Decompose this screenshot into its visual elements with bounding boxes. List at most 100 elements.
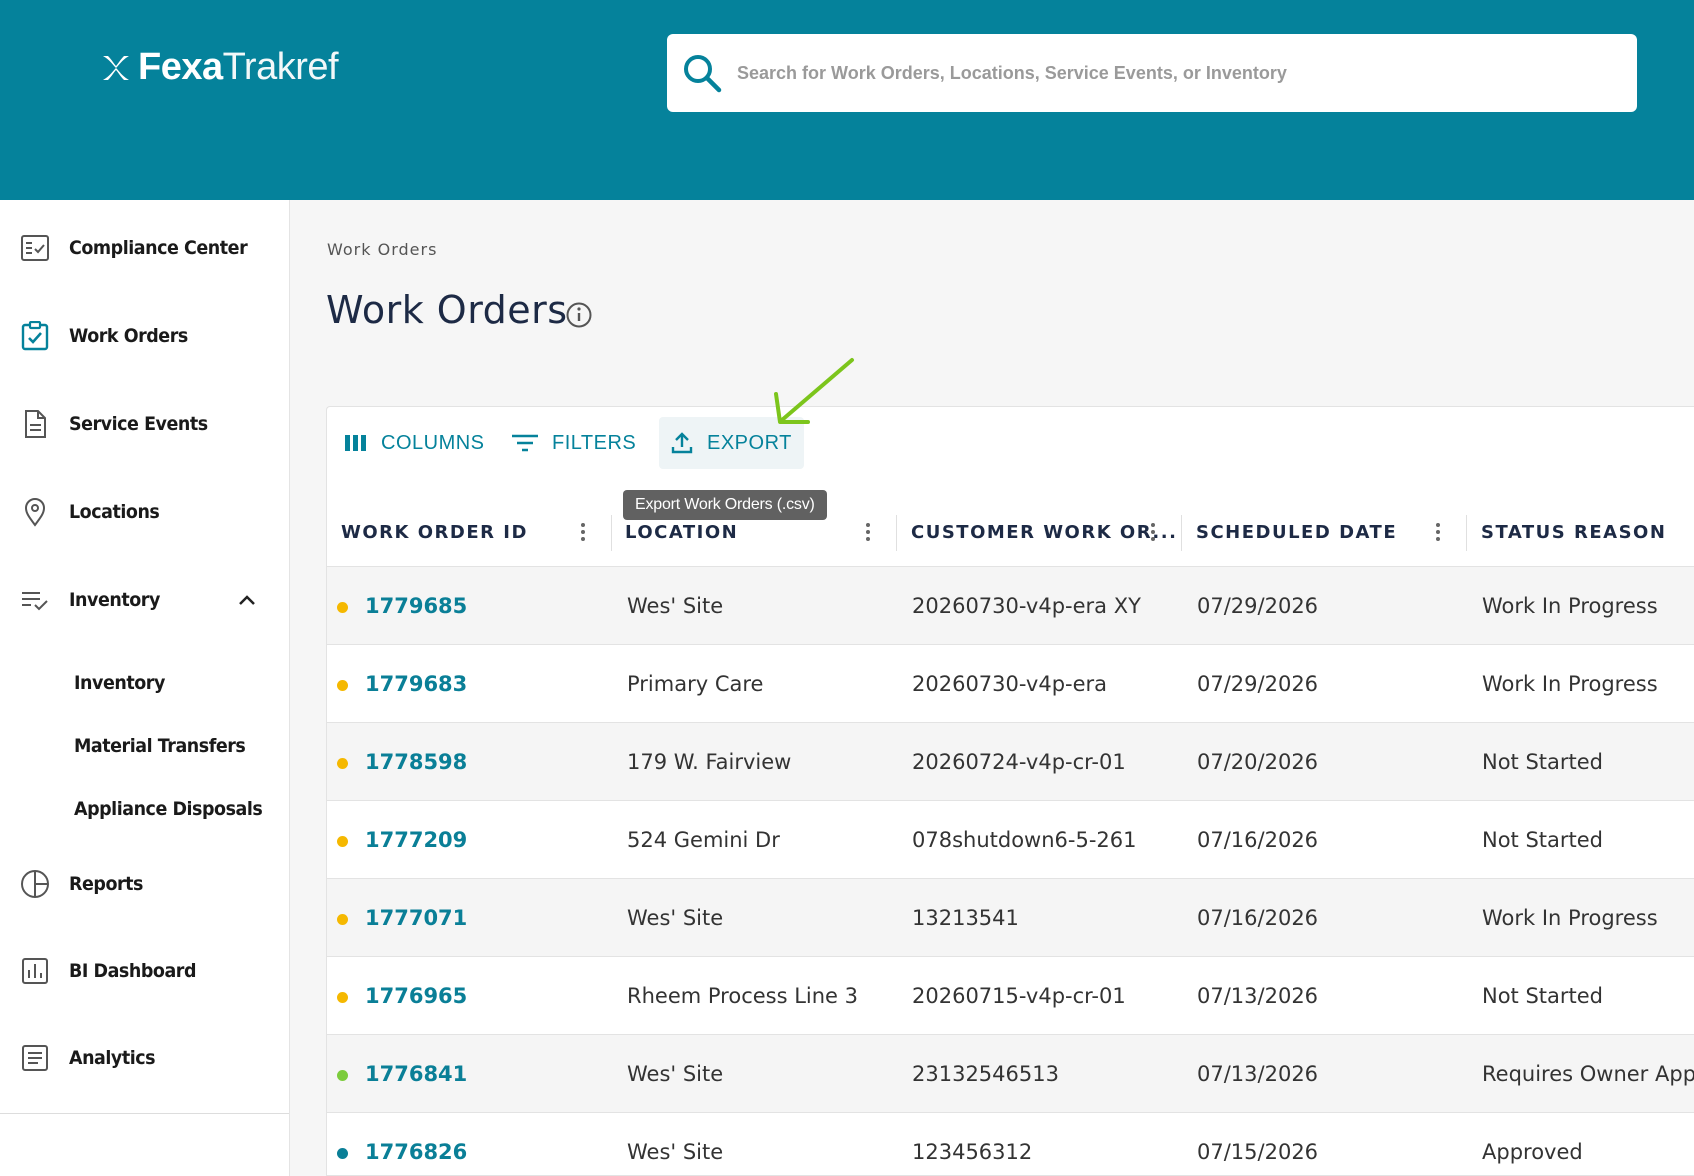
work-order-id-link[interactable]: 1776841 xyxy=(365,1035,467,1113)
column-menu-icon[interactable] xyxy=(1141,520,1165,544)
work-order-id-link[interactable]: 1778598 xyxy=(365,723,467,801)
sidebar-divider xyxy=(0,1113,289,1114)
column-header-status-reason[interactable]: STATUS REASON xyxy=(1481,497,1666,567)
work-order-id-link[interactable]: 1777071 xyxy=(365,879,467,957)
scheduled-date-cell: 07/29/2026 xyxy=(1197,672,1319,696)
global-search[interactable] xyxy=(667,34,1637,112)
sidebar-item-analytics[interactable]: Analytics xyxy=(0,1028,289,1088)
column-menu-icon[interactable] xyxy=(856,520,880,544)
scheduled-date-cell: 07/29/2026 xyxy=(1197,594,1319,618)
pie-chart-icon xyxy=(21,870,49,898)
status-dot-icon xyxy=(337,1148,348,1159)
location-cell: Primary Care xyxy=(627,672,764,696)
table-row[interactable]: 1777209 524 Gemini Dr 078shutdown6-5-261 07… xyxy=(327,801,1694,879)
work-order-id-link[interactable]: 1777209 xyxy=(365,801,467,879)
table-row[interactable]: 1778598 179 W. Fairview 20260724-v4p-cr-01… xyxy=(327,723,1694,801)
status-dot-icon xyxy=(337,992,348,1003)
table-row[interactable]: 1776965 Rheem Process Line 3 20260715-v4p-… xyxy=(327,957,1694,1035)
column-separator[interactable] xyxy=(1466,515,1467,551)
table-row[interactable]: 1779685 Wes' Site 20260730-v4p-era XY 07/29… xyxy=(327,567,1694,645)
column-separator[interactable] xyxy=(1181,515,1182,551)
status-reason-cell: Work In Progress xyxy=(1482,906,1658,930)
customer-work-order-cell: 20260730-v4p-era XY xyxy=(912,594,1141,618)
location-cell: 179 W. Fairview xyxy=(627,750,792,774)
status-reason-cell: Approved xyxy=(1482,1140,1583,1164)
top-header: Fexa Trakref xyxy=(0,0,1694,200)
annotation-arrow-icon xyxy=(774,358,854,424)
column-menu-icon[interactable] xyxy=(571,520,595,544)
sidebar-subitem-inventory[interactable]: Inventory xyxy=(74,672,165,694)
status-reason-cell: Work In Progress xyxy=(1482,594,1658,618)
customer-work-order-cell: 23132546513 xyxy=(912,1062,1059,1086)
customer-work-order-cell: 123456312 xyxy=(912,1140,1033,1164)
columns-icon xyxy=(345,435,366,451)
sidebar-item-compliance-center[interactable]: Compliance Center xyxy=(0,218,289,278)
sidebar-item-locations[interactable]: Locations xyxy=(0,482,289,542)
search-input[interactable] xyxy=(737,62,1597,84)
logo-text-bold: Fexa xyxy=(138,46,223,88)
sidebar-item-label: Compliance Center xyxy=(69,237,248,259)
sidebar-item-inventory[interactable]: Inventory xyxy=(0,570,289,630)
sidebar-subitem-material-transfers[interactable]: Material Transfers xyxy=(74,735,246,757)
scheduled-date-cell: 07/16/2026 xyxy=(1197,906,1319,930)
page-title: Work Orders xyxy=(326,288,568,332)
location-cell: Wes' Site xyxy=(627,1062,724,1086)
column-header-scheduled-date[interactable]: SCHEDULED DATE xyxy=(1196,497,1397,567)
sidebar-item-label: BI Dashboard xyxy=(69,960,197,982)
work-orders-grid: COLUMNS FILTERS EXPORT WORK ORDER ID LOC… xyxy=(326,406,1694,1176)
scheduled-date-cell: 07/13/2026 xyxy=(1197,1062,1319,1086)
column-separator[interactable] xyxy=(611,515,612,551)
status-reason-cell: Work In Progress xyxy=(1482,672,1658,696)
export-tooltip: Export Work Orders (.csv) xyxy=(623,490,827,520)
table-row[interactable]: 1776826 Wes' Site 123456312 07/15/2026 Appro… xyxy=(327,1113,1694,1175)
columns-button[interactable]: COLUMNS xyxy=(345,417,485,469)
sidebar-subitem-appliance-disposals[interactable]: Appliance Disposals xyxy=(74,798,263,820)
breadcrumb[interactable]: Work Orders xyxy=(327,240,437,259)
sidebar-item-label: Reports xyxy=(69,873,144,895)
location-cell: Wes' Site xyxy=(627,906,724,930)
column-header-customer-work-order[interactable]: CUSTOMER WORK OR... xyxy=(911,497,1177,567)
filters-button[interactable]: FILTERS xyxy=(512,417,636,469)
column-separator[interactable] xyxy=(896,515,897,551)
app-logo[interactable]: Fexa Trakref xyxy=(100,46,339,89)
column-header-work-order-id[interactable]: WORK ORDER ID xyxy=(341,497,528,567)
location-cell: Wes' Site xyxy=(627,594,724,618)
bar-chart-icon xyxy=(22,958,48,984)
upload-icon xyxy=(671,432,693,454)
sidebar-item-work-orders[interactable]: Work Orders xyxy=(0,306,289,366)
checklist-icon xyxy=(21,235,49,261)
table-row[interactable]: 1779683 Primary Care 20260730-v4p-era 07/29… xyxy=(327,645,1694,723)
scheduled-date-cell: 07/15/2026 xyxy=(1197,1140,1319,1164)
location-cell: 524 Gemini Dr xyxy=(627,828,780,852)
table-row[interactable]: 1777071 Wes' Site 13213541 07/16/2026 Work I… xyxy=(327,879,1694,957)
work-order-id-link[interactable]: 1776826 xyxy=(365,1113,467,1175)
sidebar-item-reports[interactable]: Reports xyxy=(0,854,289,914)
sidebar-item-label: Service Events xyxy=(69,413,208,435)
status-dot-icon xyxy=(337,680,348,691)
status-dot-icon xyxy=(337,758,348,769)
text-document-icon xyxy=(22,1045,48,1071)
filter-icon xyxy=(512,434,538,452)
work-order-id-link[interactable]: 1779683 xyxy=(365,645,467,723)
scheduled-date-cell: 07/16/2026 xyxy=(1197,828,1319,852)
customer-work-order-cell: 20260724-v4p-cr-01 xyxy=(912,750,1126,774)
sidebar-item-label: Work Orders xyxy=(69,325,188,347)
table-row[interactable]: 1776841 Wes' Site 23132546513 07/13/2026 Req… xyxy=(327,1035,1694,1113)
location-pin-icon xyxy=(24,498,46,527)
status-reason-cell: Not Started xyxy=(1482,828,1604,852)
customer-work-order-cell: 20260715-v4p-cr-01 xyxy=(912,984,1126,1008)
work-order-id-link[interactable]: 1776965 xyxy=(365,957,467,1035)
sidebar-item-label: Locations xyxy=(69,501,160,523)
info-icon[interactable] xyxy=(565,301,593,329)
status-dot-icon xyxy=(337,602,348,613)
sidebar-item-service-events[interactable]: Service Events xyxy=(0,394,289,454)
list-check-icon xyxy=(22,592,48,611)
work-order-id-link[interactable]: 1779685 xyxy=(365,567,467,645)
sidebar-item-bi-dashboard[interactable]: BI Dashboard xyxy=(0,941,289,1001)
export-label: EXPORT xyxy=(707,431,792,454)
search-icon xyxy=(684,55,722,93)
status-dot-icon xyxy=(337,836,348,847)
customer-work-order-cell: 078shutdown6-5-261 xyxy=(912,828,1137,852)
chevron-up-icon[interactable] xyxy=(236,589,258,611)
column-menu-icon[interactable] xyxy=(1426,520,1450,544)
